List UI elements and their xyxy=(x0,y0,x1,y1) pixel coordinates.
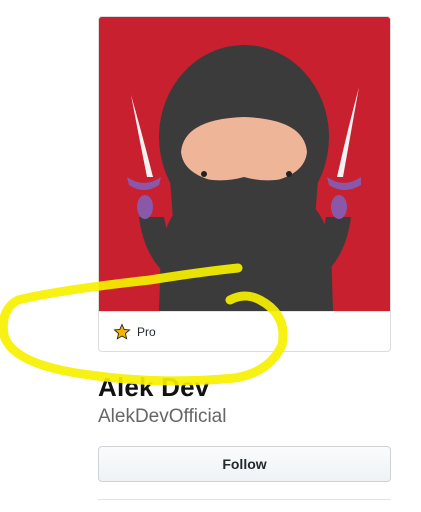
profile-fullname: Alek Dev xyxy=(98,372,210,402)
profile-username: AlekDevOfficial xyxy=(98,406,227,427)
pro-badge-label: Pro xyxy=(137,324,156,339)
ninja-avatar-icon xyxy=(99,17,390,311)
profile-sidebar: Pro Alek Dev AlekDevOfficial Follow xyxy=(0,0,421,512)
star-icon xyxy=(113,322,131,340)
avatar[interactable] xyxy=(99,17,390,311)
pro-badge[interactable]: Pro xyxy=(99,311,390,351)
divider xyxy=(98,499,391,500)
avatar-card: Pro xyxy=(98,16,391,352)
follow-button[interactable]: Follow xyxy=(98,446,391,482)
